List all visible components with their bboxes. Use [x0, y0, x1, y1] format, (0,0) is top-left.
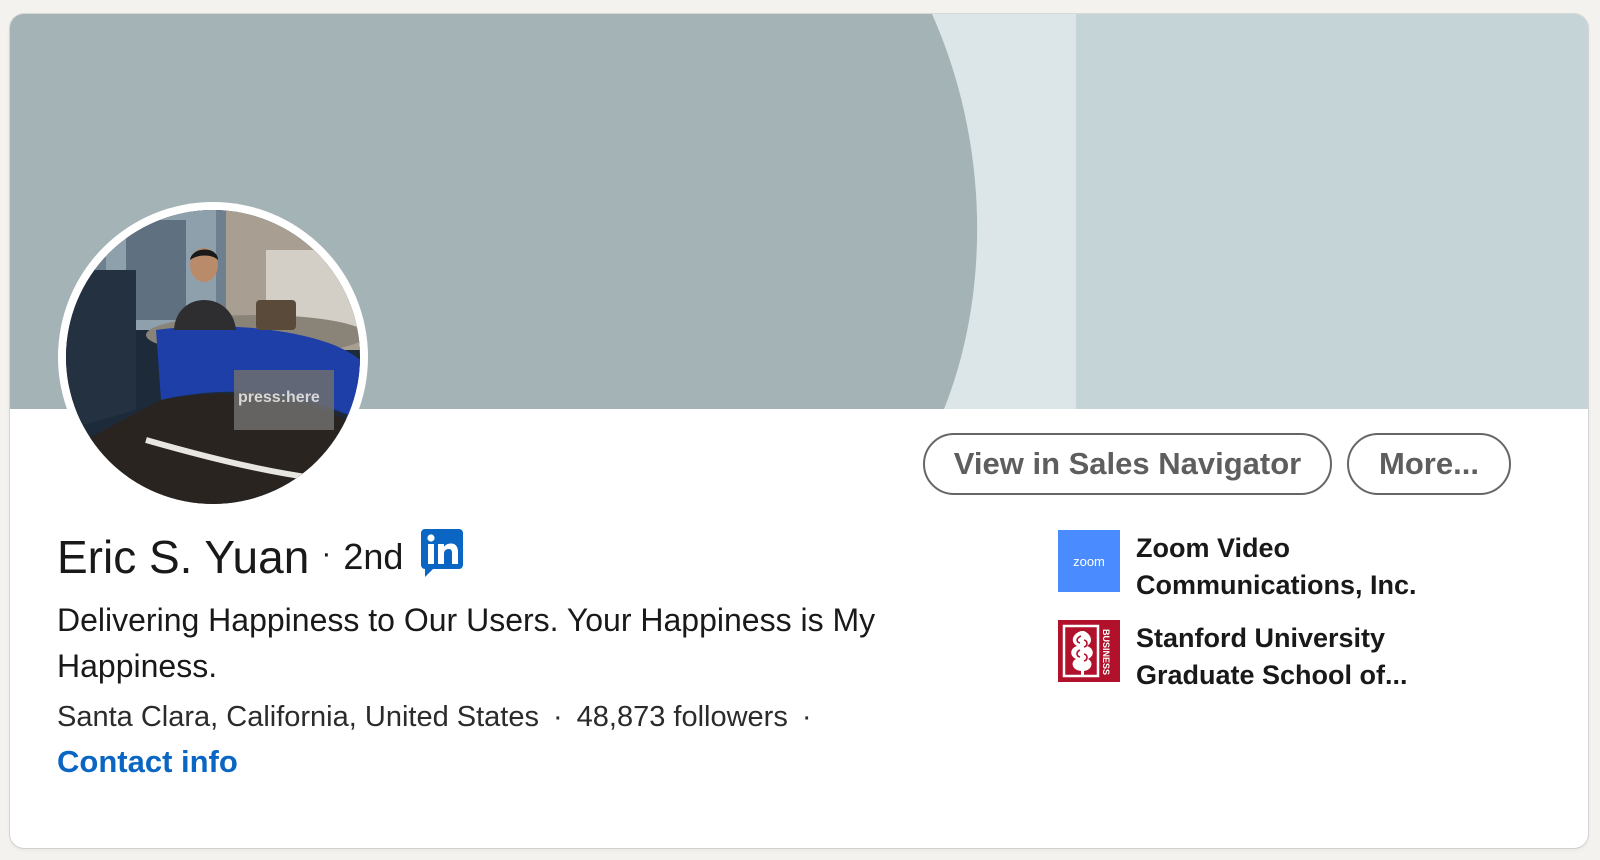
org-item-stanford[interactable]: BUSINESS Stanford University Graduate Sc… — [1058, 620, 1466, 694]
separator-dot: · — [552, 700, 563, 733]
more-actions-button[interactable]: More... — [1347, 433, 1511, 495]
org-name-zoom: Zoom Video Communications, Inc. — [1136, 533, 1417, 600]
view-in-sales-navigator-button[interactable]: View in Sales Navigator — [923, 433, 1332, 495]
stanford-logo: BUSINESS — [1058, 620, 1120, 682]
follower-count: 48,873 followers — [576, 700, 788, 733]
profile-photo[interactable]: press:here — [58, 202, 368, 512]
name-row: Eric S. Yuan · 2nd — [57, 527, 464, 587]
org-name-stanford: Stanford University Graduate School of..… — [1136, 623, 1408, 690]
profile-meta: Santa Clara, California, United States ·… — [57, 697, 826, 737]
separator-dot: · — [801, 700, 812, 733]
connection-degree: 2nd — [343, 536, 404, 577]
profile-location: Santa Clara, California, United States — [57, 700, 539, 733]
profile-headline: Delivering Happiness to Our Users. Your … — [57, 602, 876, 684]
separator-dot: · — [321, 537, 332, 570]
profile-card: press:here View in Sales Navigator More.… — [10, 14, 1588, 848]
profile-name: Eric S. Yuan — [57, 531, 310, 583]
avatar-press-here-text: press:here — [238, 389, 320, 406]
org-item-zoom[interactable]: zoom Zoom Video Communications, Inc. — [1058, 530, 1466, 604]
svg-text:BUSINESS: BUSINESS — [1101, 629, 1111, 675]
contact-info-link[interactable]: Contact info — [57, 744, 238, 780]
zoom-logo: zoom — [1058, 530, 1120, 592]
linkedin-icon — [421, 529, 464, 577]
